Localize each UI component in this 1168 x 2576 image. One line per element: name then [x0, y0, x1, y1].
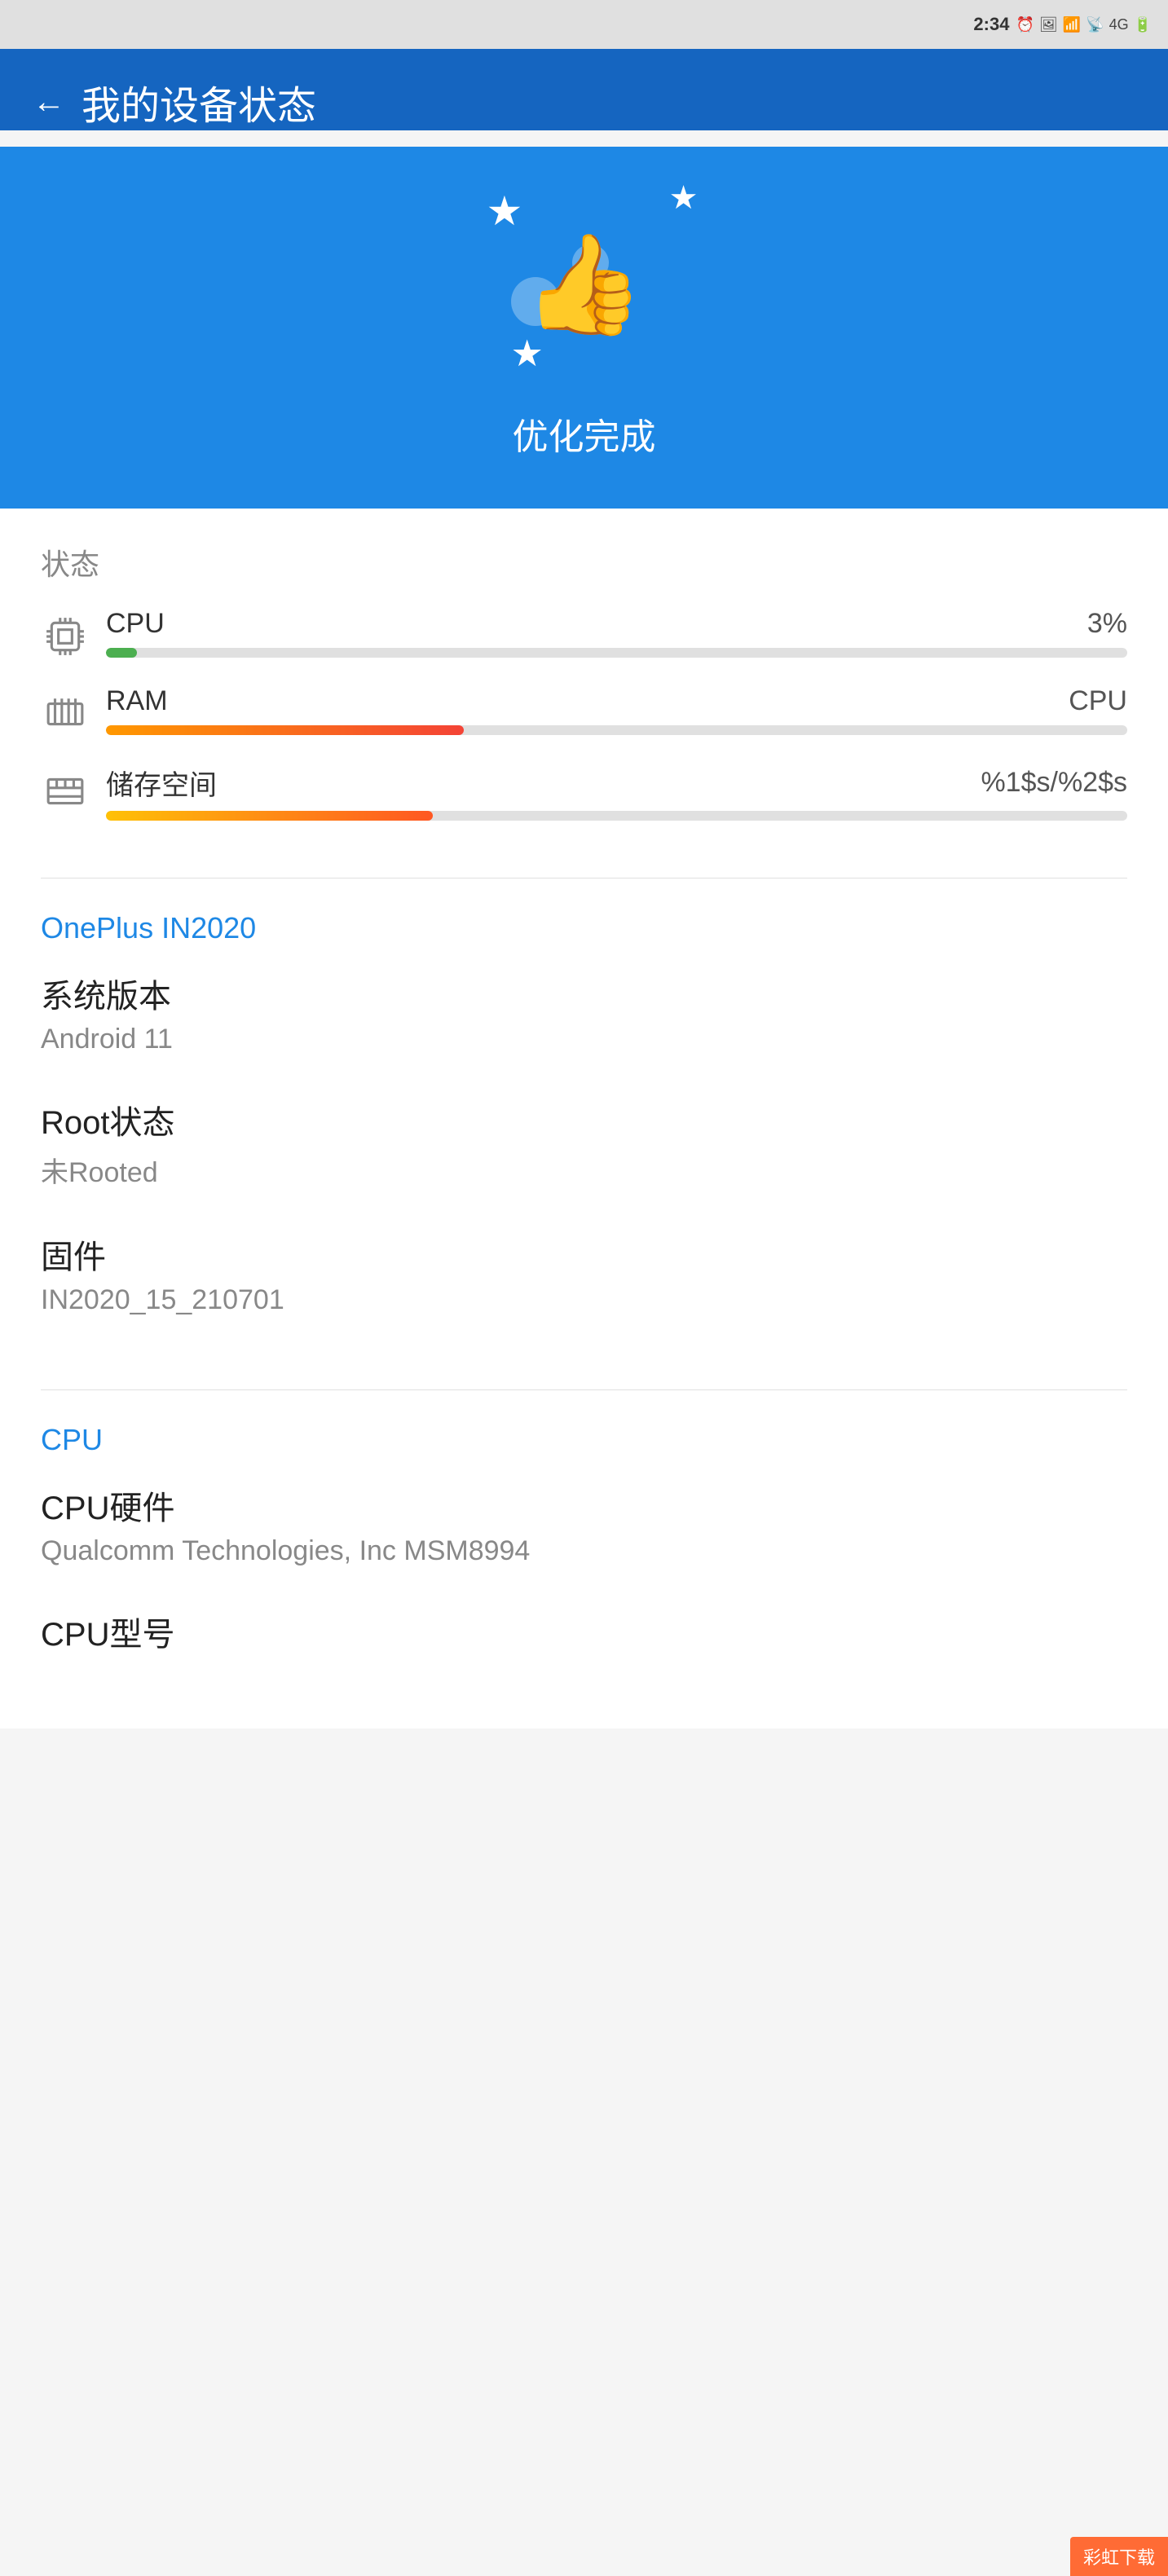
ram-progress-bar — [106, 725, 464, 735]
cpu-section-title: CPU — [41, 1423, 1127, 1457]
cpu-label: CPU — [106, 608, 165, 640]
hero-subtitle: 优化完成 — [513, 407, 656, 460]
cpu-status-content: CPU 3% — [106, 608, 1127, 658]
cpu-model-label: CPU型号 — [41, 1608, 1127, 1655]
storage-value: %1$s/%2$s — [981, 767, 1127, 799]
cpu-value: 3% — [1087, 608, 1127, 640]
main-content: 状态 — [0, 509, 1168, 1728]
status-time: 2:34 — [973, 14, 1009, 35]
hero-graphic: ★ ★ ★ 👍 — [462, 179, 707, 391]
firmware-item: 固件 IN2020_15_210701 — [41, 1231, 1127, 1316]
signal-icon: 📶 — [1063, 16, 1081, 33]
storage-status-item: 储存空间 %1$s/%2$s — [41, 763, 1127, 821]
firmware-value: IN2020_15_210701 — [41, 1284, 1127, 1316]
cpu-progress-container — [106, 648, 1127, 658]
cpu-hardware-label: CPU硬件 — [41, 1482, 1127, 1529]
status-icons: ⏰ 🖼 📶 📡 4G 🔋 — [1016, 16, 1152, 33]
root-status-item: Root状态 未Rooted — [41, 1096, 1127, 1190]
ram-status-content: RAM CPU — [106, 685, 1127, 735]
app-header: ← 我的设备状态 — [0, 49, 1168, 130]
firmware-label: 固件 — [41, 1231, 1127, 1278]
status-section: 状态 — [0, 509, 1168, 878]
ram-status-item: RAM CPU — [41, 685, 1127, 738]
storage-icon — [41, 767, 90, 816]
hero-section: ★ ★ ★ 👍 优化完成 — [0, 147, 1168, 509]
system-version-item: 系统版本 Android 11 — [41, 970, 1127, 1055]
status-bar: 2:34 ⏰ 🖼 📶 📡 4G 🔋 — [0, 0, 1168, 49]
storage-progress-container — [106, 811, 1127, 821]
cpu-hardware-item: CPU硬件 Qualcomm Technologies, Inc MSM8994 — [41, 1482, 1127, 1567]
system-version-value: Android 11 — [41, 1024, 1127, 1055]
storage-label: 储存空间 — [106, 763, 217, 803]
star-1-icon: ★ — [487, 187, 523, 235]
wifi-icon: 📡 — [1086, 16, 1104, 33]
status-section-title: 状态 — [41, 541, 1127, 583]
storage-status-content: 储存空间 %1$s/%2$s — [106, 763, 1127, 821]
cpu-icon — [41, 612, 90, 661]
alarm-icon: ⏰ — [1016, 16, 1034, 33]
star-2-icon: ★ — [669, 179, 699, 217]
cpu-hardware-value: Qualcomm Technologies, Inc MSM8994 — [41, 1535, 1127, 1567]
battery-icon: 🔋 — [1134, 16, 1152, 33]
storage-progress-bar — [106, 811, 433, 821]
page-title: 我的设备状态 — [82, 73, 316, 130]
lte-icon: 4G — [1109, 16, 1129, 33]
cpu-section: CPU CPU硬件 Qualcomm Technologies, Inc MSM… — [0, 1390, 1168, 1728]
watermark: 彩虹下载 — [1070, 2537, 1168, 2576]
cpu-status-item: CPU 3% — [41, 608, 1127, 661]
cpu-progress-bar — [106, 648, 137, 658]
root-status-label: Root状态 — [41, 1096, 1127, 1143]
ram-icon — [41, 689, 90, 738]
ram-progress-container — [106, 725, 1127, 735]
device-section-title: OnePlus IN2020 — [41, 911, 1127, 945]
back-button[interactable]: ← — [33, 84, 65, 121]
cpu-model-item: CPU型号 — [41, 1608, 1127, 1655]
image-icon: 🖼 — [1039, 16, 1058, 33]
system-version-label: 系统版本 — [41, 970, 1127, 1017]
thumbs-up-icon: 👍 — [523, 228, 645, 342]
device-section: OnePlus IN2020 系统版本 Android 11 Root状态 未R… — [0, 878, 1168, 1389]
root-status-value: 未Rooted — [41, 1150, 1127, 1190]
ram-label: RAM — [106, 685, 168, 717]
ram-value: CPU — [1069, 685, 1127, 717]
